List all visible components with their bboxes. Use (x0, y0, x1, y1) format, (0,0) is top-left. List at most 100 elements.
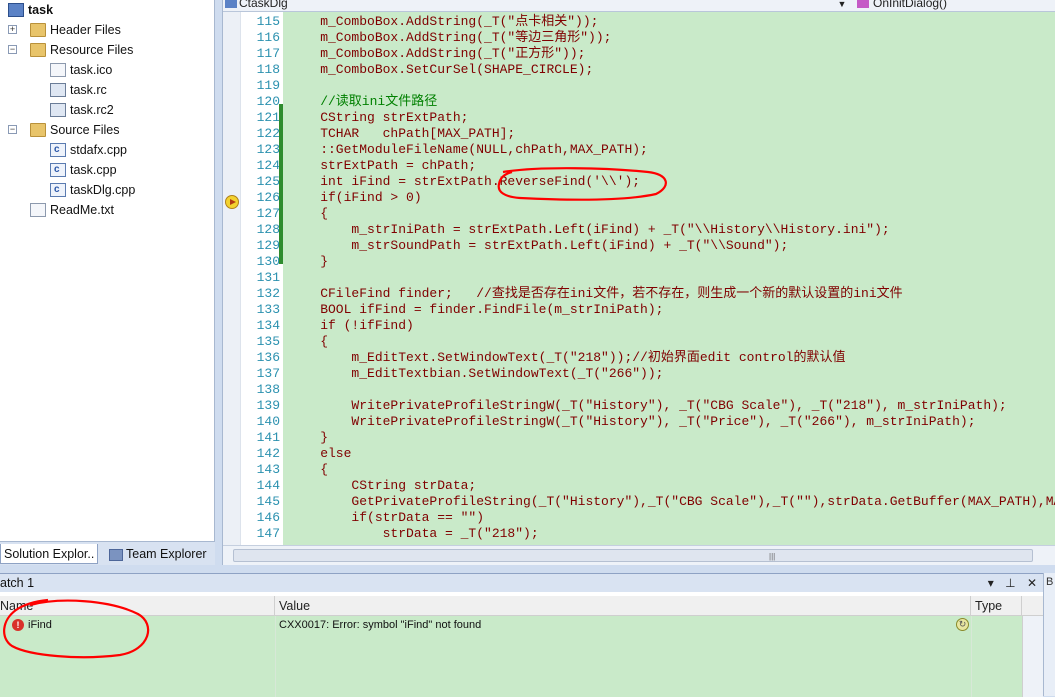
line-number: 124 (256, 158, 280, 173)
line-number: 143 (256, 462, 280, 477)
tree-item-task-cpp[interactable]: task.cpp (50, 160, 117, 180)
code-line[interactable]: { (289, 462, 328, 478)
tab-solution-explorer[interactable]: Solution Explor.. (0, 544, 99, 564)
code-line[interactable]: CFileFind finder; //查找是否存在ini文件，若不存在，则生成… (289, 286, 902, 302)
scrollbar-thumb[interactable] (233, 549, 1033, 562)
cpp-file-icon (50, 180, 66, 200)
code-line[interactable]: m_ComboBox.AddString(_T("等边三角形")); (289, 30, 611, 46)
code-line[interactable]: m_EditText.SetWindowText(_T("218"));//初始… (289, 350, 845, 366)
solution-explorer: task + Header Files − Resource Files tas… (0, 0, 215, 565)
tree-item-resource-files[interactable]: − Resource Files (8, 40, 133, 60)
code-line[interactable]: WritePrivateProfileStringW(_T("History")… (289, 398, 1006, 414)
horizontal-scrollbar[interactable]: ||| (223, 545, 1055, 565)
close-icon[interactable]: ✕ (1027, 576, 1037, 590)
code-line[interactable]: m_ComboBox.AddString(_T("点卡相关")); (289, 14, 598, 30)
code-line[interactable]: m_ComboBox.AddString(_T("正方形")); (289, 46, 585, 62)
watch-window: atch 1 ▾ ⊥ ✕ Name Value Type ! iFind CXX… (0, 573, 1043, 697)
expand-icon[interactable]: + (8, 25, 17, 34)
class-combo[interactable]: CtaskDlg (239, 0, 288, 11)
column-divider (971, 616, 972, 697)
code-line[interactable]: } (289, 254, 328, 270)
rc-file-icon (50, 82, 66, 97)
line-number: 142 (256, 446, 280, 461)
code-line[interactable]: if(strData == "") (289, 510, 484, 526)
line-number: 144 (256, 478, 280, 493)
code-line[interactable]: //读取ini文件路径 (289, 94, 437, 110)
collapse-icon[interactable]: − (8, 45, 17, 54)
code-line[interactable]: m_ComboBox.SetCurSel(SHAPE_CIRCLE); (289, 62, 593, 78)
code-line[interactable]: m_strSoundPath = strExtPath.Left(iFind) … (289, 238, 788, 254)
line-number: 118 (256, 62, 280, 77)
column-name[interactable]: Name (0, 596, 275, 616)
member-combo[interactable]: OnInitDialog() (873, 0, 947, 11)
code-line[interactable]: if(iFind > 0) (289, 190, 421, 206)
tree-item-taskdlg-cpp[interactable]: taskDlg.cpp (50, 180, 135, 200)
line-number: 125 (256, 174, 280, 189)
folder-icon (30, 22, 46, 37)
icon-file-icon (50, 62, 66, 77)
line-number: 146 (256, 510, 280, 525)
code-line[interactable]: WritePrivateProfileStringW(_T("History")… (289, 414, 975, 430)
code-line[interactable]: CString strExtPath; (289, 110, 468, 126)
code-line[interactable]: CString strData; (289, 478, 476, 494)
watch-title: atch 1 (0, 576, 35, 590)
tree-item-task-ico[interactable]: task.ico (50, 60, 112, 80)
column-type[interactable]: Type (971, 596, 1022, 616)
tree-item-readme-txt[interactable]: ReadMe.txt (30, 200, 114, 220)
tree-item-stdafx-cpp[interactable]: stdafx.cpp (50, 140, 127, 160)
code-line[interactable]: strExtPath = chPath; (289, 158, 476, 174)
tree-item-source-files[interactable]: − Source Files (8, 120, 119, 140)
code-line[interactable]: m_strIniPath = strExtPath.Left(iFind) + … (289, 222, 889, 238)
refresh-icon[interactable]: ↻ (956, 618, 969, 631)
rc-file-icon (50, 102, 66, 117)
tree-item-task-rc[interactable]: task.rc (50, 80, 107, 100)
code-line[interactable]: BOOL ifFind = finder.FindFile(m_strIniPa… (289, 302, 663, 318)
column-value[interactable]: Value (275, 596, 971, 616)
code-line[interactable]: { (289, 334, 328, 350)
tree-item-header-files[interactable]: + Header Files (8, 20, 121, 40)
vertical-scrollbar[interactable] (1022, 616, 1043, 697)
pin-icon[interactable]: ⊥ (1005, 576, 1015, 590)
line-number: 140 (256, 414, 280, 429)
collapse-icon[interactable]: − (8, 125, 17, 134)
glyph-margin[interactable] (223, 12, 241, 545)
watch-empty-area[interactable] (0, 634, 1022, 697)
line-number: 137 (256, 366, 280, 381)
side-panel: B (1043, 573, 1055, 696)
watch-row[interactable]: ! iFind CXX0017: Error: symbol "iFind" n… (0, 616, 1022, 634)
line-number: 122 (256, 126, 280, 141)
watch-row-name[interactable]: iFind (28, 616, 52, 634)
text-file-icon (30, 202, 46, 217)
code-line[interactable]: ::GetModuleFileName(NULL,chPath,MAX_PATH… (289, 142, 648, 158)
chevron-down-icon[interactable]: ▼ (835, 0, 849, 11)
line-number: 133 (256, 302, 280, 317)
code-line[interactable]: int iFind = strExtPath.ReverseFind('\\')… (289, 174, 640, 190)
folder-icon (30, 122, 46, 137)
code-line[interactable]: GetPrivateProfileString(_T("History"),_T… (289, 494, 1055, 510)
breakpoint-arrow-icon[interactable] (225, 195, 239, 209)
column-divider (275, 616, 276, 697)
watch-column-header: Name Value Type (0, 596, 1043, 616)
code-line[interactable]: { (289, 206, 328, 222)
line-number: 135 (256, 334, 280, 349)
line-number: 127 (256, 206, 280, 221)
dropdown-icon[interactable]: ▾ (988, 576, 994, 590)
line-number: 136 (256, 350, 280, 365)
cpp-file-icon (50, 160, 66, 180)
code-line[interactable]: if (!ifFind) (289, 318, 414, 334)
project-icon (8, 2, 24, 17)
code-line[interactable]: m_EditTextbian.SetWindowText(_T("266")); (289, 366, 663, 382)
tree-item-task-project[interactable]: task (8, 0, 53, 20)
code-line[interactable]: TCHAR chPath[MAX_PATH]; (289, 126, 515, 142)
team-explorer-icon (109, 548, 123, 561)
tree-item-task-rc2[interactable]: task.rc2 (50, 100, 114, 120)
watch-title-bar: atch 1 ▾ ⊥ ✕ (0, 574, 1043, 592)
code-line[interactable]: } (289, 430, 328, 446)
line-number: 116 (256, 30, 280, 45)
line-number: 134 (256, 318, 280, 333)
watch-row-value[interactable]: CXX0017: Error: symbol "iFind" not found (279, 616, 481, 634)
code-text-area[interactable]: m_ComboBox.AddString(_T("点卡相关")); m_Comb… (283, 12, 1055, 545)
tab-team-explorer[interactable]: Team Explorer (106, 544, 210, 564)
code-line[interactable]: strData = _T("218"); (289, 526, 539, 542)
code-line[interactable]: else (289, 446, 351, 462)
